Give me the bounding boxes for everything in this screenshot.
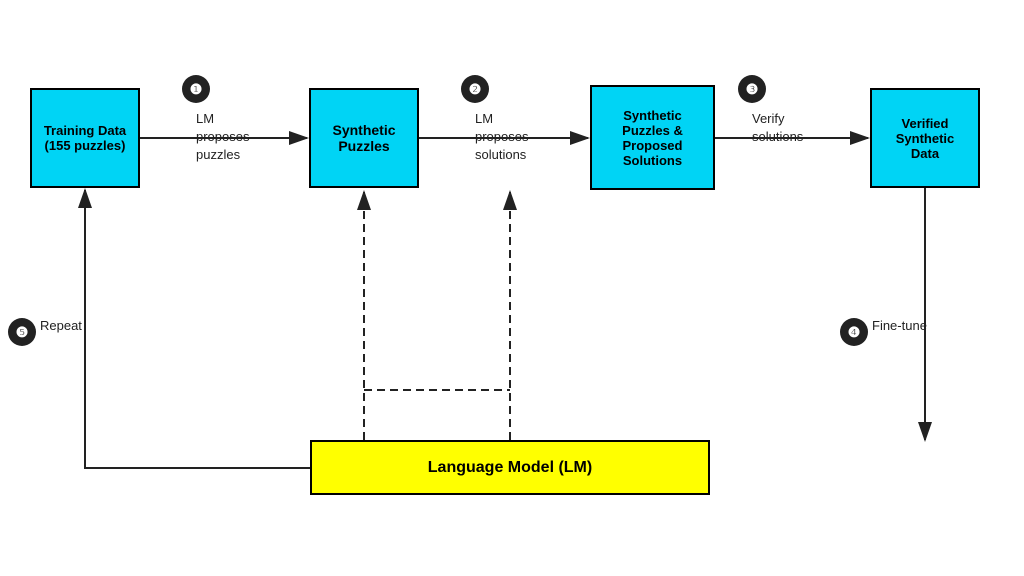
step-1-circle: ❶: [182, 75, 210, 103]
step-5-circle: ❺: [8, 318, 36, 346]
language-model-label: Language Model (LM): [428, 459, 592, 477]
step-2-label: LMproposessolutions: [475, 110, 528, 165]
step-4-label: Fine-tune: [872, 318, 927, 333]
synthetic-puzzles-label: Synthetic Puzzles: [319, 122, 409, 154]
synthetic-proposed-solutions-box: Synthetic Puzzles & Proposed Solutions: [590, 85, 715, 190]
step-4-circle: ❹: [840, 318, 868, 346]
arrow-lm-to-training: [85, 190, 310, 468]
verified-synthetic-data-box: Verified Synthetic Data: [870, 88, 980, 188]
verified-synthetic-data-label: Verified Synthetic Data: [880, 116, 970, 161]
diagram: Training Data (155 puzzles) Synthetic Pu…: [0, 0, 1024, 576]
step-5-label: Repeat: [40, 318, 82, 333]
step-3-circle: ❸: [738, 75, 766, 103]
training-data-label: Training Data (155 puzzles): [40, 123, 130, 153]
training-data-box: Training Data (155 puzzles): [30, 88, 140, 188]
step-1-label: LMproposespuzzles: [196, 110, 249, 165]
step-3-label: Verifysolutions: [752, 110, 803, 146]
synthetic-puzzles-box: Synthetic Puzzles: [309, 88, 419, 188]
language-model-box: Language Model (LM): [310, 440, 710, 495]
synthetic-proposed-solutions-label: Synthetic Puzzles & Proposed Solutions: [600, 108, 705, 168]
step-2-circle: ❷: [461, 75, 489, 103]
